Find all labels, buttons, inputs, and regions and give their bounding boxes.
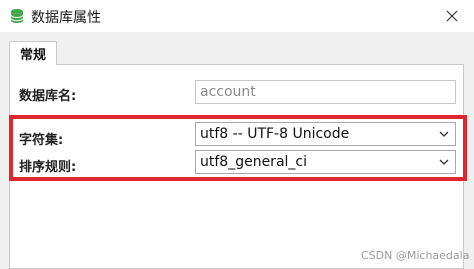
watermark: CSDN @Michaedala [361,249,470,262]
db-name-value: account [200,84,256,100]
database-icon [10,9,24,23]
collation-value: utf8_general_ci [200,154,307,170]
tab-general[interactable]: 常规 [9,41,57,65]
charset-select[interactable]: utf8 -- UTF-8 Unicode [195,122,456,146]
collation-label: 排序规则: [19,160,77,175]
db-name-label: 数据库名: [19,89,77,104]
charset-label: 字符集: [19,133,64,148]
title-bar: 数据库属性 [0,0,474,32]
close-icon [446,10,458,22]
close-button[interactable] [430,0,474,32]
chevron-down-icon [439,131,449,137]
db-name-field[interactable]: account [195,80,456,104]
charset-value: utf8 -- UTF-8 Unicode [200,126,350,142]
window-title: 数据库属性 [31,10,101,26]
tab-general-label: 常规 [19,48,46,63]
chevron-down-icon [439,159,449,165]
collation-select[interactable]: utf8_general_ci [195,150,456,174]
